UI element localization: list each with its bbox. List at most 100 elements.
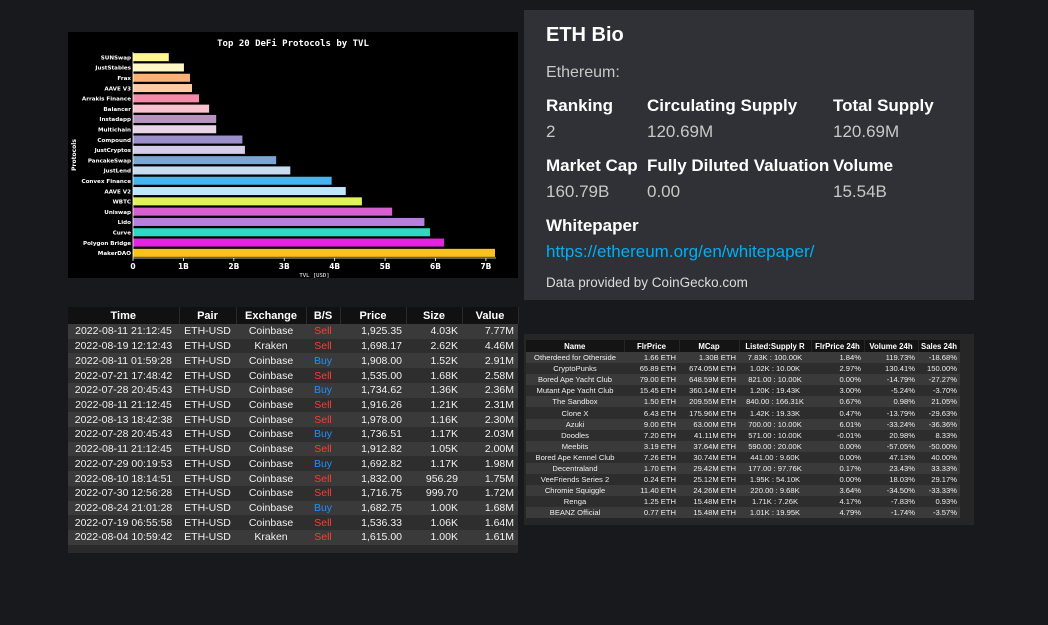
table-row: Mutant Ape Yacht Club 15.45 ETH 360.14M ET… [526, 385, 960, 397]
table-cell: 2.31M [462, 397, 518, 413]
table-cell: 2022-08-11 21:12:45 [68, 324, 179, 339]
table-cell: -0.01% [811, 429, 864, 441]
table-cell: 4.03K [406, 324, 462, 339]
table-cell: 6.43 ETH [624, 407, 679, 419]
table-cell: 2022-08-10 18:14:51 [68, 471, 179, 486]
table-cell: 0.17% [811, 462, 864, 475]
table-cell: ETH-USD [179, 353, 236, 369]
column-header-value[interactable]: Value [462, 307, 519, 324]
table-cell: Coinbase [236, 515, 306, 531]
table-cell: Coinbase [236, 382, 306, 398]
table-row: Decentraland 1.70 ETH 29.42M ETH 177.00 : 9… [526, 462, 960, 475]
chart-title: Top 20 DeFi Protocols by TVL [217, 38, 369, 49]
column-header-sales-24h[interactable]: Sales 24h [918, 340, 961, 352]
bar-frax [133, 73, 190, 82]
column-header-listed-supply-r[interactable]: Listed:Supply R [739, 340, 812, 352]
table-cell: Coinbase [236, 441, 306, 457]
table-cell: 2.36M [462, 382, 518, 398]
table-cell: 37.64M ETH [679, 440, 739, 452]
table-cell: -36.36% [918, 418, 960, 430]
table-row: The Sandbox 1.50 ETH 209.55M ETH 840.00 : 1… [526, 396, 960, 408]
x-axis-label: TVL [USD] [299, 273, 329, 278]
table-cell: Sell [306, 515, 340, 531]
table-cell: ETH-USD [179, 456, 236, 472]
eth-trades-panel: Time Pair Exchange B/S Price Size Value 2022-0… [68, 307, 519, 553]
table-cell: 1,916.26 [340, 397, 406, 413]
table-cell: 4.17% [811, 496, 864, 508]
bar-justcryptos [133, 145, 245, 154]
table-cell: 2022-08-04 10:59:42 [68, 530, 179, 545]
table-cell: 1.25 ETH [624, 496, 679, 508]
table-cell: -3.70% [918, 385, 960, 397]
table-cell: 79.00 ETH [624, 374, 679, 386]
table-cell: ETH-USD [179, 530, 236, 545]
table-cell: ETH-USD [179, 485, 236, 501]
fdv-label: Fully Diluted Valuation [647, 156, 830, 175]
table-cell: 1,698.17 [340, 338, 406, 354]
total-supply-value: 120.69M [833, 122, 900, 141]
table-cell: Sell [306, 485, 340, 501]
fdv-value: 0.00 [647, 182, 681, 201]
column-header-flrprice[interactable]: FlrPrice [624, 340, 680, 352]
x-tick-label: 0 [130, 262, 135, 271]
table-cell: 1,734.62 [340, 382, 406, 398]
table-cell: 2.62K [406, 338, 462, 354]
y-tick-label: Compound [97, 138, 131, 144]
y-tick-label: MakerDAO [98, 251, 131, 257]
table-cell: 1.06K [406, 515, 462, 531]
column-header-flrprice-24h[interactable]: FlrPrice 24h [811, 340, 865, 352]
table-cell: 119.73% [864, 352, 918, 364]
table-cell: 1.52K [406, 353, 462, 369]
table-cell: Sell [306, 338, 340, 354]
column-header-name[interactable]: Name [526, 340, 625, 352]
table-cell: ETH-USD [179, 441, 236, 457]
table-row: Azuki 9.00 ETH 63.00M ETH 700.00 : 10.00K 6.… [526, 418, 960, 430]
table-cell: 3.00% [811, 385, 864, 397]
table-cell: 2.97% [811, 363, 864, 375]
table-cell: 1,692.82 [340, 456, 406, 472]
table-row: 2022-08-11 21:12:45 ETH-USD Coinbase Sell 1,… [68, 441, 518, 457]
table-cell: ETH-USD [179, 397, 236, 413]
table-cell: ETH-USD [179, 324, 236, 339]
y-tick-label: JustCryptos [94, 148, 132, 154]
table-cell: 360.14M ETH [679, 385, 739, 397]
table-cell: 209.55M ETH [679, 396, 739, 408]
column-header-exchange[interactable]: Exchange [236, 307, 307, 324]
table-row: 2022-07-30 12:56:28 ETH-USD Coinbase Sell 1,… [68, 485, 518, 501]
column-header-pair[interactable]: Pair [179, 307, 237, 324]
total-supply-label: Total Supply [833, 96, 934, 115]
table-cell: 2022-07-28 20:45:43 [68, 382, 179, 398]
x-tick-label: 4B [329, 262, 340, 271]
table-cell: Coinbase [236, 500, 306, 516]
whitepaper-link[interactable]: https://ethereum.org/en/whitepaper/ [546, 242, 814, 262]
table-cell: 956.29 [406, 471, 462, 486]
table-cell: 1.72M [462, 485, 518, 501]
table-cell: 2022-07-29 00:19:53 [68, 456, 179, 472]
table-cell: ETH-USD [179, 500, 236, 516]
column-header-mcap[interactable]: MCap [679, 340, 740, 352]
column-header-price[interactable]: Price [340, 307, 407, 324]
bar-arrakis-finance [133, 94, 200, 103]
table-cell: 29.42M ETH [679, 462, 739, 475]
table-cell: 23.43% [864, 462, 918, 475]
table-cell: 0.24 ETH [624, 474, 679, 486]
column-header-time[interactable]: Time [68, 307, 180, 324]
column-header-b-s[interactable]: B/S [306, 307, 341, 324]
y-tick-label: Instadapp [99, 117, 131, 123]
table-cell: 1,978.00 [340, 412, 406, 428]
y-tick-label: Arrakis Finance [82, 97, 131, 103]
table-cell: Coinbase [236, 324, 306, 339]
table-cell: 1,716.75 [340, 485, 406, 501]
table-cell: 1.84% [811, 352, 864, 364]
table-cell: 2022-08-11 21:12:45 [68, 441, 179, 457]
table-row: 2022-08-11 21:12:45 ETH-USD Coinbase Sell 1,… [68, 397, 518, 413]
nft-collections-panel: Name FlrPrice MCap Listed:Supply R FlrPrice … [524, 334, 974, 525]
table-cell: -33.33% [918, 485, 960, 497]
column-header-size[interactable]: Size [406, 307, 463, 324]
data-source-footer: Data provided by CoinGecko.com [546, 275, 748, 290]
table-cell: Buy [306, 456, 340, 472]
bar-polygon-bridge [133, 238, 445, 247]
table-cell: 9.00 ETH [624, 418, 679, 430]
column-header-volume-24h[interactable]: Volume 24h [864, 340, 919, 352]
table-cell: CryptoPunks [526, 363, 624, 375]
